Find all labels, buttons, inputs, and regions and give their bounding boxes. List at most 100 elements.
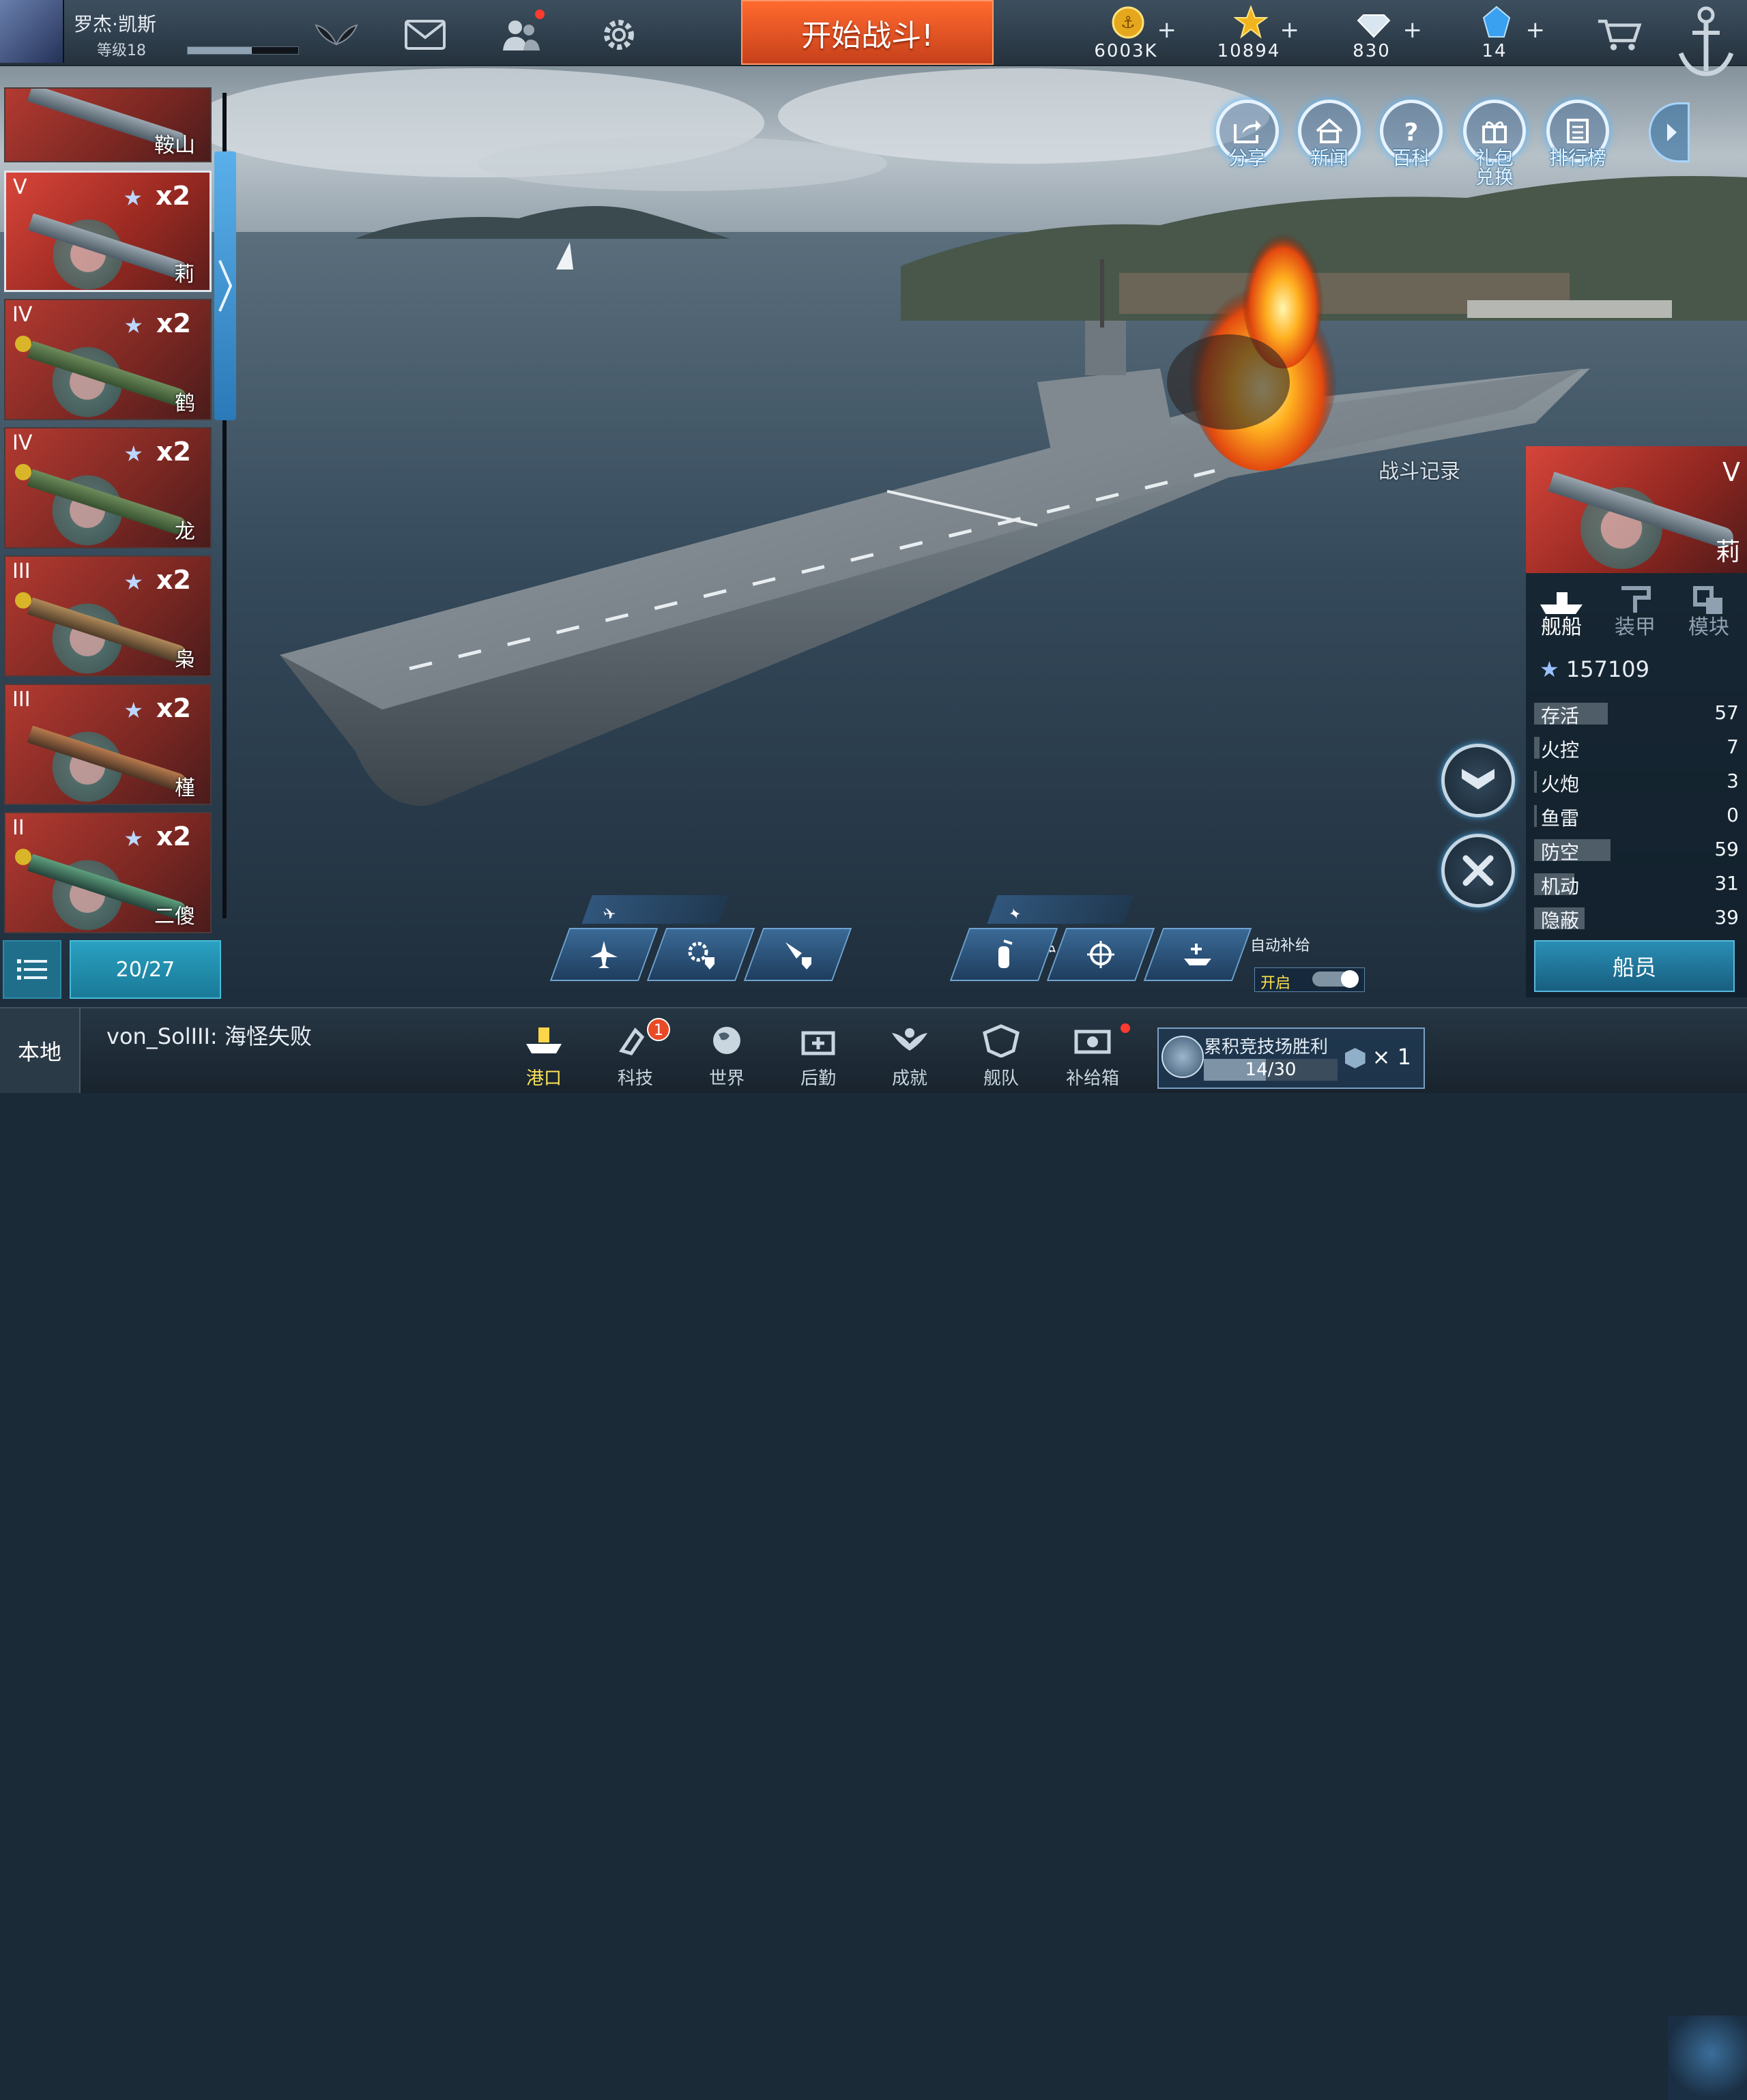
rank-badge-icon <box>15 592 31 609</box>
reward-token-icon <box>1344 1048 1366 1068</box>
crystal-resource[interactable]: + 14 <box>1447 4 1549 63</box>
stat-label: 存活 <box>1541 705 1580 727</box>
player-avatar[interactable] <box>0 0 64 63</box>
chat-channel-button[interactable]: 本地 <box>0 1008 81 1093</box>
ship-card-tier: III <box>12 559 31 583</box>
consumable-slot-1[interactable] <box>949 928 1058 981</box>
tech-badge: 1 <box>647 1018 670 1041</box>
ship-card-multiplier: x2 <box>156 693 191 723</box>
parts-slot-1[interactable] <box>549 928 659 981</box>
stat-fire-control: 火控 7 <box>1534 735 1739 761</box>
ship-card-anshan[interactable]: 鞍山 <box>4 87 212 162</box>
stat-bar <box>1534 771 1537 793</box>
selected-ship-card: V 莉 <box>1526 446 1747 573</box>
crew-button[interactable]: 船员 <box>1534 940 1735 992</box>
friends-icon[interactable] <box>498 10 545 57</box>
ship-card-name: 龙 <box>175 520 195 544</box>
rank-badge-icon <box>15 849 31 865</box>
stat-artillery: 火炮 3 <box>1534 770 1739 796</box>
nav-logistics[interactable]: 后勤 <box>781 1008 856 1093</box>
anchor-icon[interactable] <box>1672 3 1740 85</box>
parts-icon: ✈ <box>600 906 620 923</box>
nav-fleet[interactable]: 舰队 <box>964 1008 1039 1093</box>
chat-message[interactable]: von_SolIII: 海怪失败 <box>106 1025 338 1048</box>
selected-ship-name: 莉 <box>1715 538 1740 566</box>
consumable-slot-2[interactable] <box>1046 928 1155 981</box>
star-icon: ★ <box>124 312 143 338</box>
tab-module[interactable]: 模块 <box>1673 576 1744 644</box>
repair-button[interactable] <box>1441 834 1515 907</box>
parts-header: ✈ 配件 <box>581 895 729 955</box>
auto-supply-toggle[interactable]: 开启 <box>1254 967 1365 992</box>
parts-slot-2[interactable] <box>646 928 755 981</box>
supply-box-icon <box>1069 1018 1116 1063</box>
plane-plus-icon <box>1155 929 1241 980</box>
plane-icon <box>561 929 647 980</box>
parts-slot-3[interactable] <box>743 928 852 981</box>
diamond-icon <box>1357 14 1391 38</box>
stat-anti-air: 防空 59 <box>1534 838 1739 864</box>
start-battle-button[interactable]: 开始战斗! <box>741 0 994 65</box>
nav-world[interactable]: 世界 <box>689 1008 764 1093</box>
arena-medal-icon <box>1161 1036 1204 1078</box>
shop-cart-icon[interactable] <box>1597 12 1642 57</box>
ship-card-long[interactable]: IV ★ x2 龙 <box>4 427 212 549</box>
news-button[interactable]: 新闻 <box>1294 100 1365 181</box>
star-value: 10894 <box>1217 41 1281 61</box>
gift-redeem-button[interactable]: 礼包 兑换 <box>1459 100 1530 187</box>
stat-maneuver: 机动 31 <box>1534 872 1739 898</box>
wings-icon[interactable] <box>314 12 359 57</box>
stat-label: 机动 <box>1541 875 1580 898</box>
stat-value: 57 <box>1714 701 1739 724</box>
ship-card-name: 槿 <box>175 776 195 800</box>
ship-card-name: 二傻 <box>154 905 195 929</box>
advisor-avatar[interactable] <box>1668 2015 1747 2100</box>
wrench-icon <box>1462 855 1494 886</box>
nav-supply-box[interactable]: 补给箱 <box>1055 1008 1130 1093</box>
stat-bar <box>1534 737 1540 759</box>
expand-shortcuts-button[interactable] <box>1649 102 1690 162</box>
ship-card-li[interactable]: V ★ x2 莉 <box>4 171 212 292</box>
diamond-value: 830 <box>1353 41 1391 61</box>
gold-resource[interactable]: ⚓ + 6003K <box>1078 4 1181 63</box>
leaderboard-button[interactable]: 排行榜 <box>1542 100 1613 181</box>
rank-chevron-button[interactable] <box>1441 744 1515 817</box>
ship-card-tier: IV <box>12 303 33 327</box>
chevron-badge-icon <box>1462 769 1495 789</box>
ship-card-xiao[interactable]: III ★ x2 枭 <box>4 555 212 677</box>
consumables-header: ✦ 消耗品 <box>987 895 1134 955</box>
settings-icon[interactable] <box>596 12 641 57</box>
tab-ship[interactable]: 舰船 <box>1526 576 1597 644</box>
stat-stealth: 隐蔽 39 <box>1534 906 1739 932</box>
star-icon: ★ <box>123 185 143 211</box>
star-icon: ★ <box>124 697 143 723</box>
nav-port[interactable]: 港口 <box>506 1008 581 1093</box>
crosshair-icon <box>1058 929 1144 980</box>
extinguisher-icon <box>961 929 1047 980</box>
star-icon <box>1234 5 1268 39</box>
ship-card-ersha[interactable]: II ★ x2 二傻 <box>4 812 212 933</box>
ship-list-expand-handle[interactable] <box>214 151 236 420</box>
nav-tech[interactable]: 科技 1 <box>598 1008 673 1093</box>
share-button[interactable]: 分享 <box>1212 100 1283 181</box>
battle-log-button[interactable]: 战斗记录 <box>1378 454 1460 484</box>
svg-text:?: ? <box>1404 119 1419 145</box>
auto-supply-label: 自动补给 <box>1250 937 1311 954</box>
encyclopedia-button[interactable]: ? 百科 <box>1376 100 1447 181</box>
ship-card-name: 鹤 <box>175 392 195 415</box>
xp-bar <box>187 46 299 55</box>
stat-survival: 存活 57 <box>1534 701 1739 727</box>
ship-count: 20/27 <box>70 940 221 999</box>
diamond-resource[interactable]: + 830 <box>1324 4 1426 63</box>
nav-achievement[interactable]: 成就 <box>872 1008 947 1093</box>
arena-wins-widget[interactable]: 累积竞技场胜利 14/30 × 1 <box>1157 1027 1425 1089</box>
tab-armor[interactable]: 装甲 <box>1600 576 1671 644</box>
list-view-button[interactable] <box>3 940 61 999</box>
star-resource[interactable]: + 10894 <box>1201 4 1303 63</box>
mail-icon[interactable] <box>403 12 448 57</box>
auto-supply-control: 自动补给 开启 <box>1234 928 1365 996</box>
stat-label: 隐蔽 <box>1541 909 1580 932</box>
stat-torpedo: 鱼雷 0 <box>1534 804 1739 830</box>
ship-card-jin[interactable]: III ★ x2 槿 <box>4 684 212 805</box>
ship-card-he[interactable]: IV ★ x2 鹤 <box>4 299 212 420</box>
